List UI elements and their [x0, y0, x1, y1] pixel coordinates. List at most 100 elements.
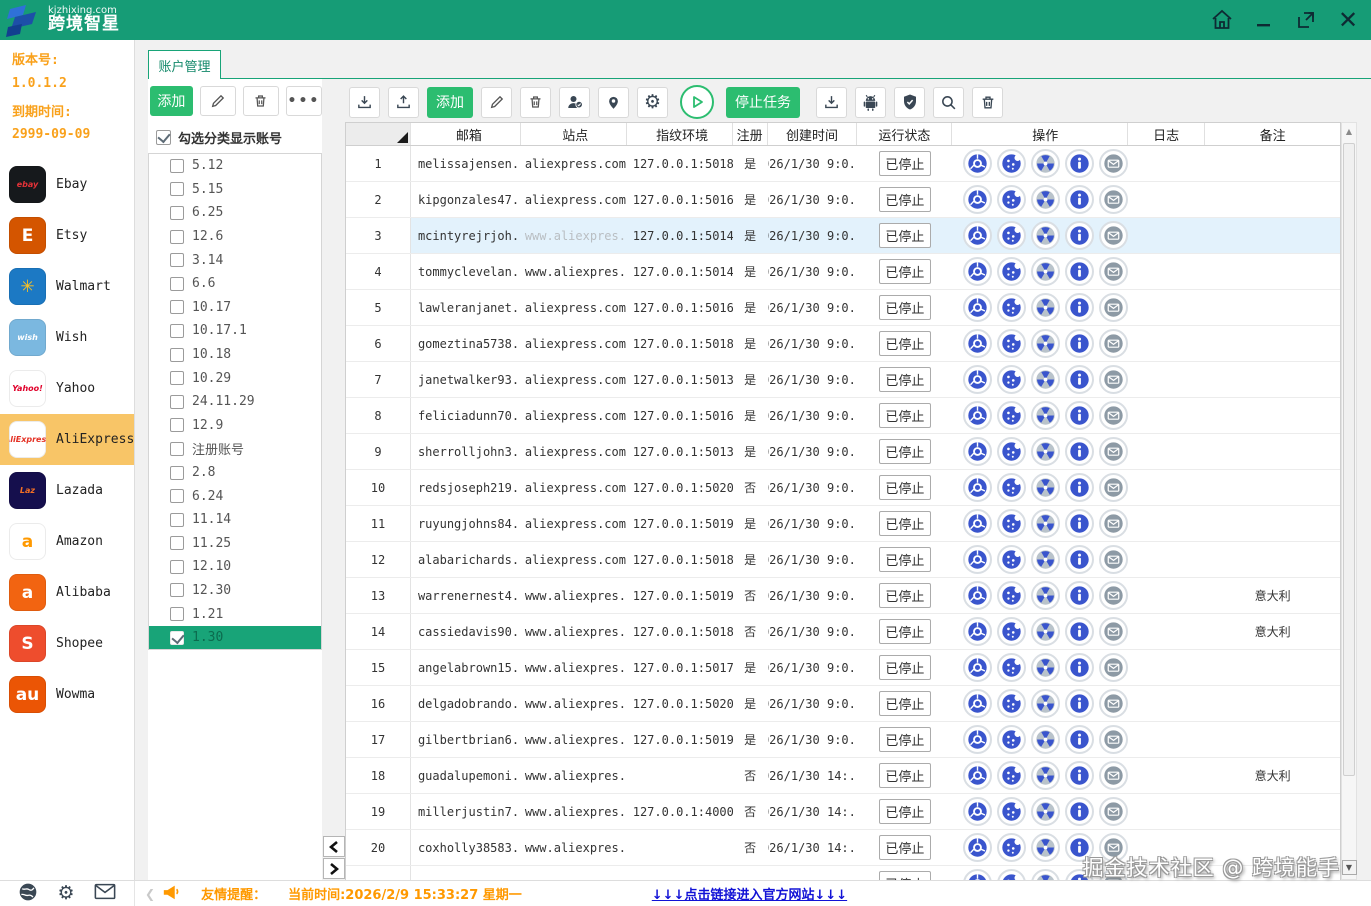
- info-icon[interactable]: [1065, 185, 1095, 214]
- mail-icon[interactable]: [1099, 545, 1129, 574]
- category-item-10.18[interactable]: 10.18: [149, 343, 321, 367]
- browser-icon[interactable]: [963, 221, 993, 250]
- sidebar-platform-walmart[interactable]: ✳ Walmart: [0, 261, 134, 312]
- cookie-icon[interactable]: [997, 545, 1027, 574]
- proxy-fan-icon[interactable]: [1031, 725, 1061, 754]
- category-item-12.10[interactable]: 12.10: [149, 555, 321, 579]
- proxy-fan-icon[interactable]: [1031, 473, 1061, 502]
- table-row[interactable]: 1 melissajensen...aliexpress.com 127.0.0.1…: [346, 146, 1340, 182]
- proxy-fan-icon[interactable]: [1031, 401, 1061, 430]
- category-checkbox[interactable]: [170, 158, 184, 173]
- info-icon[interactable]: [1065, 509, 1095, 538]
- home-icon[interactable]: [1209, 7, 1235, 33]
- download-icon[interactable]: [816, 86, 847, 118]
- table-row[interactable]: 7 janetwalker93...aliexpress.com 127.0.0.1…: [346, 362, 1340, 398]
- cookie-icon[interactable]: [997, 293, 1027, 322]
- location-icon[interactable]: [598, 86, 629, 118]
- export-icon[interactable]: [388, 86, 419, 118]
- browser-icon[interactable]: [963, 545, 993, 574]
- category-checkbox[interactable]: [170, 276, 184, 291]
- proxy-fan-icon[interactable]: [1031, 833, 1061, 862]
- browser-icon[interactable]: [963, 833, 993, 862]
- table-row[interactable]: 17 gilbertbrian6...www.aliexpres... 127.0.…: [346, 722, 1340, 758]
- sidebar-platform-yahoo[interactable]: Yahoo! Yahoo: [0, 363, 134, 414]
- mail-icon[interactable]: [1099, 329, 1129, 358]
- category-item-3.14[interactable]: 3.14: [149, 248, 321, 272]
- browser-icon[interactable]: [963, 149, 993, 178]
- info-icon[interactable]: [1065, 689, 1095, 718]
- proxy-fan-icon[interactable]: [1031, 653, 1061, 682]
- proxy-fan-icon[interactable]: [1031, 689, 1061, 718]
- category-checkbox[interactable]: [170, 583, 184, 598]
- category-checkbox[interactable]: [170, 559, 184, 574]
- browser-icon[interactable]: [963, 617, 993, 646]
- info-icon[interactable]: [1065, 761, 1095, 790]
- watermark-dropdown-icon[interactable]: ▼: [1342, 859, 1357, 875]
- category-more-button[interactable]: •••: [285, 86, 322, 116]
- info-icon[interactable]: [1065, 149, 1095, 178]
- mail-icon[interactable]: [1099, 473, 1129, 502]
- notice-scroll-left-icon[interactable]: ❮: [145, 887, 155, 901]
- table-row[interactable]: 10 redsjoseph219...aliexpress.com 127.0.0.…: [346, 470, 1340, 506]
- column-header-邮箱[interactable]: 邮箱: [411, 123, 521, 145]
- category-checkbox[interactable]: [170, 371, 184, 386]
- browser-icon[interactable]: [963, 797, 993, 826]
- account-add-button[interactable]: 添加: [427, 86, 473, 118]
- table-row[interactable]: 12 alabarichards...aliexpress.com 127.0.0.…: [346, 542, 1340, 578]
- status-stopped-button[interactable]: 已停止: [878, 511, 931, 536]
- collapse-left-button[interactable]: [323, 836, 345, 857]
- import-icon[interactable]: [349, 86, 380, 118]
- browser-icon[interactable]: [963, 473, 993, 502]
- category-checkbox[interactable]: [170, 347, 184, 362]
- status-stopped-button[interactable]: 已停止: [878, 439, 931, 464]
- proxy-fan-icon[interactable]: [1031, 797, 1061, 826]
- mail-icon[interactable]: [1099, 581, 1129, 610]
- info-icon[interactable]: [1065, 581, 1095, 610]
- table-row[interactable]: 6 gomeztina5738...aliexpress.com 127.0.0.1…: [346, 326, 1340, 362]
- mail-icon[interactable]: [1099, 725, 1129, 754]
- category-item-5.15[interactable]: 5.15: [149, 178, 321, 202]
- category-item-6.6[interactable]: 6.6: [149, 272, 321, 296]
- sidebar-platform-ebay[interactable]: ebay Ebay: [0, 159, 134, 210]
- browser-icon[interactable]: [963, 725, 993, 754]
- cookie-icon[interactable]: [997, 329, 1027, 358]
- status-stopped-button[interactable]: 已停止: [878, 655, 931, 680]
- category-checkbox[interactable]: [170, 205, 184, 220]
- table-row[interactable]: 18 guadalupemoni...www.aliexpres... 否 2026/…: [346, 758, 1340, 794]
- cookie-icon[interactable]: [997, 257, 1027, 286]
- info-icon[interactable]: [1065, 257, 1095, 286]
- cookie-icon[interactable]: [997, 797, 1027, 826]
- category-item-12.6[interactable]: 12.6: [149, 225, 321, 249]
- status-stopped-button[interactable]: 已停止: [878, 799, 931, 824]
- category-checkbox[interactable]: [170, 323, 184, 338]
- status-stopped-button[interactable]: 已停止: [878, 403, 931, 428]
- table-vertical-scrollbar[interactable]: ▲ ▼: [1341, 122, 1357, 880]
- browser-icon[interactable]: [963, 401, 993, 430]
- category-checkbox[interactable]: [170, 489, 184, 504]
- info-icon[interactable]: [1065, 365, 1095, 394]
- category-item-12.30[interactable]: 12.30: [149, 579, 321, 603]
- proxy-fan-icon[interactable]: [1031, 149, 1061, 178]
- category-checkbox[interactable]: [170, 465, 184, 480]
- table-row[interactable]: 4 tommyclevelan...www.aliexpres... 127.0.0…: [346, 254, 1340, 290]
- status-stopped-button[interactable]: 已停止: [878, 835, 931, 860]
- status-stopped-button[interactable]: 已停止: [878, 727, 931, 752]
- table-row[interactable]: 15 angelabrown15...www.aliexpres... 127.0.…: [346, 650, 1340, 686]
- status-stopped-button[interactable]: 已停止: [878, 223, 931, 248]
- info-icon[interactable]: [1065, 473, 1095, 502]
- category-checkbox[interactable]: [170, 630, 184, 645]
- table-row[interactable]: 5 lawleranjanet...aliexpress.com 127.0.0.1…: [346, 290, 1340, 326]
- category-add-button[interactable]: 添加: [150, 86, 193, 116]
- account-delete-button[interactable]: [520, 86, 551, 118]
- category-checkbox[interactable]: [170, 512, 184, 527]
- status-stopped-button[interactable]: 已停止: [878, 187, 931, 212]
- column-header-运行状态[interactable]: 运行状态: [857, 123, 953, 145]
- collapse-right-button[interactable]: [323, 858, 345, 879]
- mail-icon[interactable]: [1099, 653, 1129, 682]
- maximize-button[interactable]: [1293, 7, 1319, 33]
- mail-icon[interactable]: [1099, 437, 1129, 466]
- info-icon[interactable]: [1065, 293, 1095, 322]
- cookie-icon[interactable]: [997, 689, 1027, 718]
- column-header-指纹环境[interactable]: 指纹环境: [627, 123, 733, 145]
- cookie-icon[interactable]: [997, 365, 1027, 394]
